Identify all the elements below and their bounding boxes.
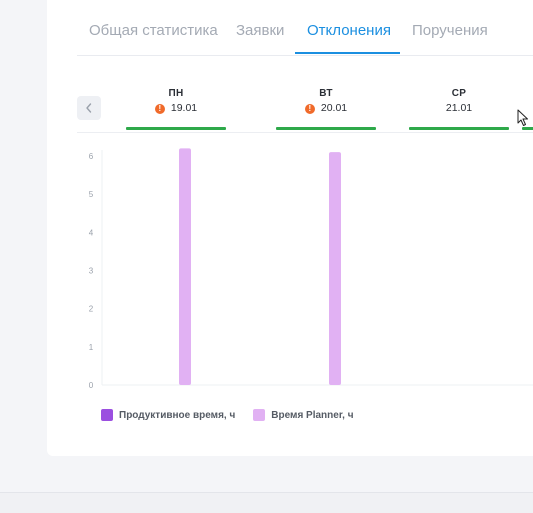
legend-swatch: [253, 409, 266, 421]
y-tick-label: 6: [89, 152, 94, 161]
prev-days-button[interactable]: [77, 96, 101, 120]
day-tuesday[interactable]: ВТ ! 20.01: [276, 86, 376, 132]
day-status-line: [409, 127, 509, 130]
legend-label: Продуктивное время, ч: [119, 409, 236, 421]
legend-item-planner[interactable]: Время Planner, ч: [253, 409, 354, 421]
day-status-line: [276, 127, 376, 130]
day-name: СР: [451, 88, 467, 99]
day-monday[interactable]: ПН ! 19.01: [126, 86, 226, 132]
statistics-card: Общая статистика Заявки Отклонения Поруч…: [47, 0, 533, 456]
active-tab-indicator: [295, 52, 400, 54]
day-status-line: [126, 127, 226, 130]
tab-general-stats[interactable]: Общая статистика: [89, 22, 218, 39]
bar-planner[interactable]: [179, 148, 191, 385]
legend-swatch: [101, 409, 113, 421]
y-tick-label: 2: [89, 305, 94, 314]
day-name: ПН: [168, 88, 184, 99]
day-name: ВТ: [319, 88, 333, 99]
day-selector: ПН ! 19.01 ВТ ! 20.01 СР 21.01: [77, 80, 533, 133]
legend-label: Время Planner, ч: [271, 409, 354, 421]
chart-legend: Продуктивное время, ч Время Planner, ч: [101, 408, 372, 422]
day-date: 21.01: [445, 102, 473, 114]
y-tick-label: 1: [89, 343, 94, 352]
hours-bar-chart: 0 1 2 3 4 5 6: [89, 148, 533, 390]
y-tick-label: 3: [89, 267, 94, 276]
mouse-pointer-icon: [517, 109, 528, 126]
tab-assignments[interactable]: Поручения: [412, 22, 488, 39]
y-tick-label: 0: [89, 381, 94, 390]
exclamation-icon: !: [304, 104, 315, 114]
bottom-bar: [0, 492, 533, 513]
tab-requests[interactable]: Заявки: [236, 22, 284, 39]
chevron-left-icon: [86, 103, 92, 113]
legend-item-productive[interactable]: Продуктивное время, ч: [101, 409, 235, 421]
bar-planner[interactable]: [329, 152, 341, 385]
tab-bar: Общая статистика Заявки Отклонения Поруч…: [77, 0, 533, 56]
day-status-line: [522, 127, 533, 130]
y-tick-label: 5: [89, 190, 94, 199]
day-wednesday[interactable]: СР 21.01: [409, 86, 509, 132]
exclamation-icon: !: [154, 104, 165, 114]
tab-deviations[interactable]: Отклонения: [307, 22, 391, 39]
day-date: 19.01: [170, 102, 198, 114]
y-tick-label: 4: [89, 228, 94, 237]
day-date: 20.01: [320, 102, 348, 114]
